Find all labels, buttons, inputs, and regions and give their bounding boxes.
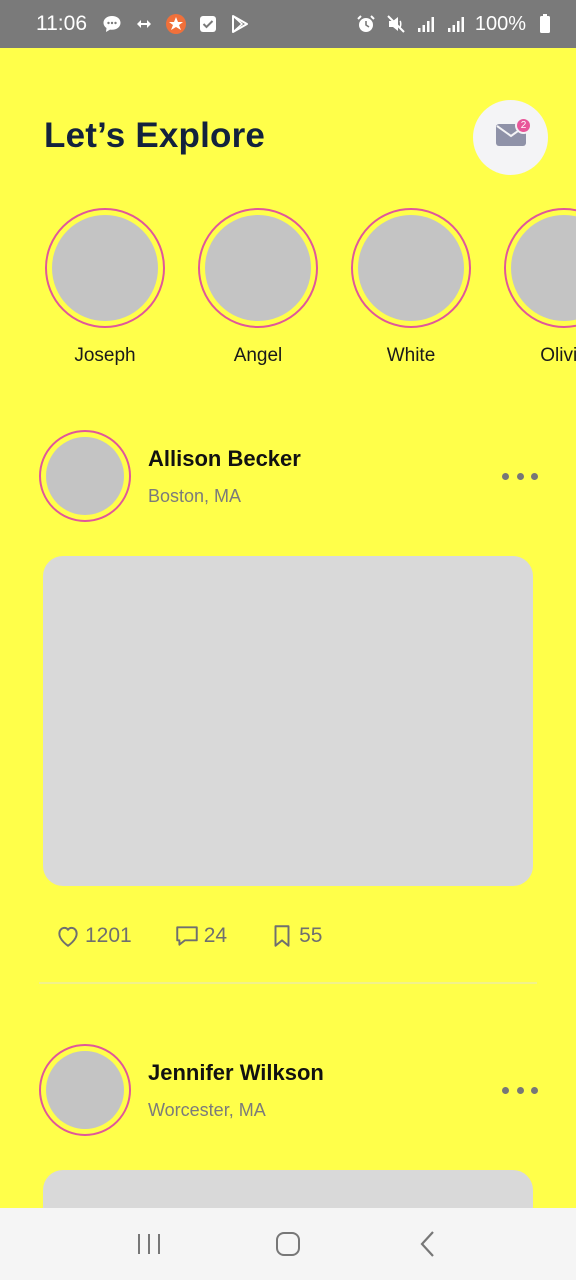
messages-button[interactable]: 2 <box>473 100 548 175</box>
avatar[interactable] <box>39 430 131 522</box>
comment-button[interactable]: 24 <box>174 923 227 949</box>
heart-icon <box>58 926 78 947</box>
post-divider <box>39 982 537 984</box>
play-store-icon <box>229 13 251 35</box>
comment-icon <box>175 926 198 946</box>
status-time: 11:06 <box>36 12 87 35</box>
back-icon <box>420 1231 434 1257</box>
post-image[interactable] <box>43 556 533 886</box>
avatar[interactable] <box>39 1044 131 1136</box>
post-author[interactable]: Allison Becker <box>148 446 301 472</box>
like-count: 1201 <box>85 924 132 947</box>
story-avatar <box>504 208 576 328</box>
post-header: Jennifer Wilkson Worcester, MA <box>39 1044 539 1136</box>
recent-apps-icon <box>138 1234 161 1254</box>
bookmark-button[interactable]: 55 <box>269 923 322 949</box>
more-options-button[interactable] <box>502 466 538 486</box>
post-actions: 1201 24 55 <box>55 918 364 954</box>
checkbox-icon <box>197 13 219 35</box>
signal-icon <box>415 13 437 35</box>
bookmark-count: 55 <box>299 924 323 947</box>
back-button[interactable] <box>397 1219 457 1269</box>
notification-badge: 2 <box>515 117 532 134</box>
alarm-icon <box>355 13 377 35</box>
signal-icon <box>445 13 467 35</box>
home-button[interactable] <box>258 1219 318 1269</box>
story-avatar <box>351 208 471 328</box>
more-options-button[interactable] <box>502 1080 538 1100</box>
stories-row: Joseph Angel White Olivia <box>0 208 576 378</box>
story-name: Angel <box>233 345 283 366</box>
app-badge-icon <box>165 13 187 35</box>
chat-bubble-icon <box>101 13 123 35</box>
story-item[interactable]: Angel <box>198 208 318 367</box>
like-button[interactable]: 1201 <box>55 923 132 949</box>
story-avatar <box>198 208 318 328</box>
mute-icon <box>385 13 407 35</box>
sync-arrows-icon <box>133 13 155 35</box>
story-item[interactable]: Joseph <box>45 208 165 367</box>
story-name: Joseph <box>74 345 136 366</box>
home-icon <box>275 1232 300 1256</box>
system-nav-bar <box>0 1208 576 1280</box>
battery-icon <box>534 13 556 35</box>
post-author[interactable]: Jennifer Wilkson <box>148 1060 324 1086</box>
story-name: White <box>386 345 436 366</box>
story-item[interactable]: White <box>351 208 471 367</box>
status-bar: 11:06 100% <box>0 0 576 48</box>
story-avatar <box>45 208 165 328</box>
page-title: Let’s Explore <box>44 116 266 155</box>
post-location: Boston, MA <box>148 486 242 506</box>
recent-apps-button[interactable] <box>119 1219 179 1269</box>
bookmark-icon <box>274 925 290 947</box>
story-name: Olivia <box>540 345 576 366</box>
comment-count: 24 <box>203 924 228 947</box>
story-item[interactable]: Olivia <box>504 208 576 367</box>
post-location: Worcester, MA <box>148 1100 266 1120</box>
battery-percent: 100% <box>474 12 526 35</box>
post-header: Allison Becker Boston, MA <box>39 430 539 522</box>
